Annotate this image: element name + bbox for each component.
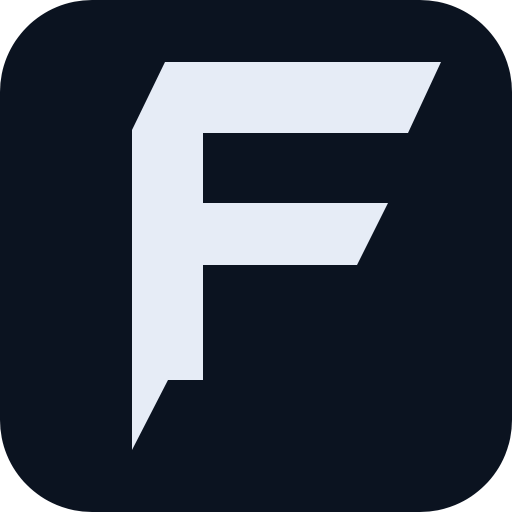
app-icon-svg (0, 0, 512, 512)
app-icon (0, 0, 512, 512)
